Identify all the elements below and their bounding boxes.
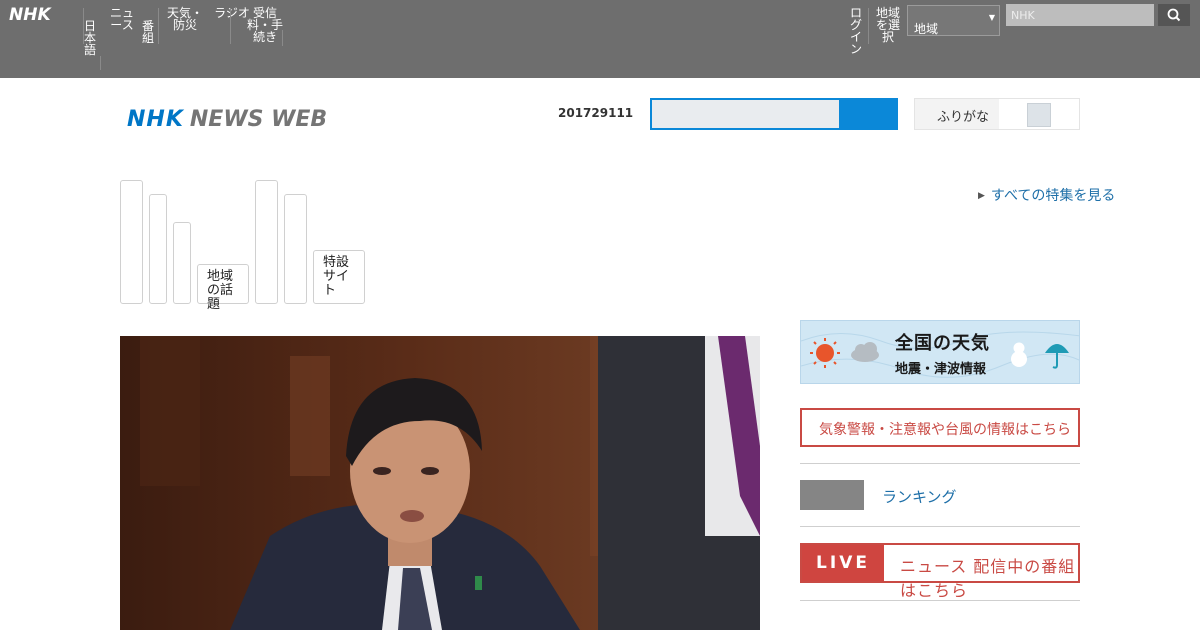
weather-title: 全国の天気 bbox=[895, 333, 990, 354]
news-search-input[interactable] bbox=[650, 98, 841, 130]
nav-item-news[interactable]: ニュース bbox=[104, 7, 140, 31]
nav-divider bbox=[868, 8, 869, 44]
triangle-right-icon: ▶ bbox=[978, 191, 985, 201]
top-story-photo[interactable] bbox=[120, 336, 760, 630]
nav-divider bbox=[158, 8, 159, 44]
weather-banner[interactable]: 全国の天気 地震・津波情報 bbox=[800, 320, 1080, 384]
live-stream-text: ニュース 配信中の番組はこちら bbox=[900, 557, 1076, 600]
all-features-link[interactable]: ▶ すべての特集を見る bbox=[978, 185, 1115, 205]
category-tab-label: 特設サイト bbox=[323, 255, 350, 298]
snowman-icon bbox=[1011, 342, 1027, 367]
global-search-button[interactable] bbox=[1158, 4, 1190, 26]
nav-divider bbox=[282, 30, 283, 46]
ranking-thumbnail[interactable] bbox=[800, 480, 864, 510]
weather-alert-link[interactable]: 気象警報・注意報や台風の情報はこちら bbox=[800, 408, 1080, 447]
category-tab-label: 地域の話題 bbox=[207, 269, 234, 312]
search-icon bbox=[1167, 8, 1181, 22]
divider bbox=[800, 526, 1080, 527]
category-tab[interactable] bbox=[120, 180, 143, 304]
nav-item-license-fee[interactable]: 受信料・手続き bbox=[246, 7, 284, 43]
logo-news-web-text: NEWS WEB bbox=[189, 107, 328, 132]
nav-item-login[interactable]: ログイン bbox=[849, 7, 863, 55]
global-search-input[interactable] bbox=[1006, 4, 1154, 26]
earthquake-tsunami-label: 地震・津波情報 bbox=[895, 362, 987, 377]
nav-item-weather[interactable]: 天気・防災 bbox=[162, 7, 208, 31]
ranking-link[interactable]: ランキング bbox=[882, 486, 957, 507]
news-search-button[interactable] bbox=[841, 98, 898, 130]
category-tab[interactable] bbox=[255, 180, 278, 304]
all-features-link-label: すべての特集を見る bbox=[990, 188, 1116, 204]
nav-item-programs[interactable]: 番組 bbox=[140, 20, 156, 44]
divider bbox=[800, 600, 1080, 601]
live-badge: LIVE bbox=[802, 545, 884, 581]
live-stream-link[interactable]: LIVE ニュース 配信中の番組はこちら bbox=[800, 543, 1080, 600]
chevron-down-icon: ▼ bbox=[988, 13, 995, 22]
news-web-logo[interactable]: NHK NEWS WEB bbox=[127, 107, 327, 137]
category-tab[interactable] bbox=[284, 194, 307, 304]
weather-alert-text: 気象警報・注意報や台風の情報はこちら bbox=[819, 422, 1071, 438]
nav-item-japanese[interactable]: 日本語 bbox=[83, 20, 97, 56]
region-select[interactable]: 地域 ▼ bbox=[907, 5, 1000, 36]
nav-divider bbox=[230, 8, 231, 44]
category-tab-special[interactable]: 特設サイト bbox=[313, 250, 365, 304]
cloud-icon bbox=[851, 342, 879, 362]
category-tab[interactable] bbox=[173, 222, 191, 304]
logo-nhk-text: NHK bbox=[127, 107, 184, 132]
nav-item-region[interactable]: 地域を選択 bbox=[871, 7, 905, 43]
nav-divider bbox=[100, 56, 101, 70]
global-nav-bar: NHK 日本語 ニュース 番組 天気・防災 ラジオ 受信料・手続き ログイン 地… bbox=[0, 0, 1200, 78]
nav-item-radio[interactable]: ラジオ bbox=[214, 7, 250, 19]
category-tab-local[interactable]: 地域の話題 bbox=[197, 264, 249, 312]
sun-icon bbox=[810, 338, 840, 368]
divider bbox=[800, 463, 1080, 464]
nhk-logo[interactable]: NHK bbox=[9, 5, 51, 25]
current-date: 201729111 bbox=[558, 106, 634, 120]
toggle-track[interactable] bbox=[999, 99, 1079, 129]
category-tab[interactable] bbox=[149, 194, 167, 304]
toggle-knob[interactable] bbox=[1027, 103, 1051, 127]
region-select-value: 地域 bbox=[914, 22, 939, 36]
furigana-toggle[interactable]: ふりがな bbox=[914, 98, 1080, 130]
top-story-image bbox=[120, 336, 760, 630]
furigana-toggle-label: ふりがな bbox=[937, 110, 990, 125]
